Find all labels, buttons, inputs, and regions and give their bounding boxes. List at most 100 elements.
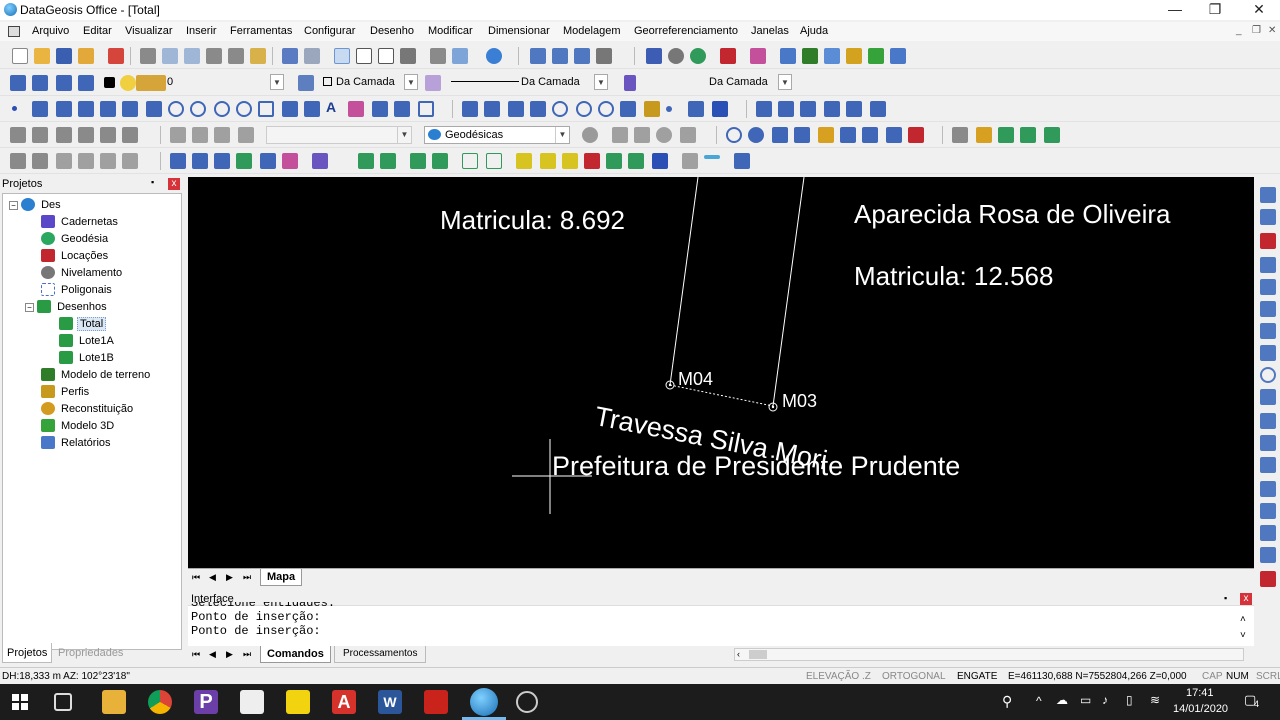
mirror-v-icon[interactable]	[1260, 257, 1276, 273]
pa-import-icon[interactable]	[380, 153, 396, 169]
pa-export-icon[interactable]	[432, 153, 448, 169]
close-button[interactable]: ✕	[1236, 0, 1280, 20]
scroll-down-icon[interactable]: ˅	[1240, 630, 1246, 641]
snap-insertion-icon[interactable]	[644, 101, 660, 117]
table-icon[interactable]	[372, 101, 388, 117]
polygon-tool-icon[interactable]	[750, 48, 766, 64]
hatch-green-icon[interactable]	[606, 153, 622, 169]
ellipse-icon[interactable]	[236, 101, 252, 117]
export-icon[interactable]	[192, 153, 208, 169]
sticky-notes-icon[interactable]	[286, 690, 310, 714]
linetype-select[interactable]: Da Camada ▼	[448, 74, 608, 92]
trim-icon[interactable]	[170, 127, 186, 143]
menu-janelas[interactable]: Janelas	[751, 25, 789, 37]
pencil-icon[interactable]	[78, 101, 94, 117]
square-icon[interactable]	[612, 127, 628, 143]
mdi-restore-button[interactable]: ❐	[1252, 25, 1261, 36]
tree-node-locacoes[interactable]: Locações	[41, 248, 110, 265]
color-swatch-icon[interactable]	[104, 77, 115, 88]
snap-apparent-icon[interactable]	[530, 101, 546, 117]
circle-2p-icon[interactable]	[190, 101, 206, 117]
task-view-icon[interactable]	[54, 693, 72, 711]
color-select[interactable]: Da Camada ▼	[320, 74, 418, 92]
line-icon[interactable]	[32, 101, 48, 117]
monitor-icon[interactable]	[772, 127, 788, 143]
offset-v-icon[interactable]	[1260, 279, 1276, 295]
status-engate[interactable]: ENGATE	[957, 671, 997, 682]
cube-icon[interactable]	[868, 48, 884, 64]
array-2-icon[interactable]	[1260, 323, 1276, 339]
explode-icon[interactable]	[1260, 571, 1276, 587]
tree-node-reconstituicao[interactable]: Reconstituição	[41, 401, 135, 418]
trim-v-icon[interactable]	[1260, 435, 1276, 451]
undo-icon[interactable]	[282, 48, 298, 64]
area-icon[interactable]	[462, 153, 478, 169]
chart-green-2-icon[interactable]	[1020, 127, 1036, 143]
search-icon[interactable]	[656, 127, 672, 143]
copy-base-icon[interactable]	[184, 48, 200, 64]
copy-icon[interactable]	[162, 48, 178, 64]
area-2-icon[interactable]	[486, 153, 502, 169]
corner-icon[interactable]	[146, 101, 162, 117]
select-points-2-icon[interactable]	[100, 153, 116, 169]
layout-split-icon[interactable]	[356, 48, 372, 64]
grid-table-icon[interactable]	[646, 48, 662, 64]
status-ortogonal[interactable]: ORTOGONAL	[882, 671, 946, 682]
move-icon[interactable]	[1260, 345, 1276, 361]
join-icon[interactable]	[238, 127, 254, 143]
window-horizontal-icon[interactable]	[596, 48, 612, 64]
menu-ferramentas[interactable]: Ferramentas	[230, 25, 292, 37]
circle-icon[interactable]	[168, 101, 184, 117]
chart-green-icon[interactable]	[998, 127, 1014, 143]
snap-node-icon[interactable]	[666, 106, 672, 112]
horizontal-scrollbar[interactable]: ‹	[734, 648, 1244, 661]
globe-icon[interactable]	[690, 48, 706, 64]
snap-none-icon[interactable]	[712, 101, 728, 117]
rotate-icon[interactable]	[1260, 367, 1276, 383]
snap-quadrant-icon[interactable]	[576, 101, 592, 117]
layer-select[interactable]: 0 ▼	[164, 74, 284, 92]
dots-icon[interactable]	[652, 153, 668, 169]
map-canvas[interactable]: Matricula: 8.692 Aparecida Rosa de Olive…	[188, 177, 1254, 568]
prev-tab-icon[interactable]: ◀	[209, 649, 216, 660]
rectangle-icon[interactable]	[258, 101, 274, 117]
tab-propriedades[interactable]: Propriedades	[54, 643, 127, 663]
layout-tile-icon[interactable]	[334, 48, 350, 64]
transfer-icon[interactable]	[214, 153, 230, 169]
zoom-in-icon[interactable]	[846, 101, 862, 117]
next-tab-icon[interactable]: ▶	[226, 649, 233, 660]
eraser-icon[interactable]	[1260, 209, 1276, 225]
print-preview-icon[interactable]	[452, 48, 468, 64]
tree-node-poligonais[interactable]: Poligonais	[41, 282, 114, 299]
window-vertical-icon[interactable]	[574, 48, 590, 64]
tree-node-geodesia[interactable]: Geodésia	[41, 231, 110, 248]
tab-processamentos[interactable]: Processamentos	[334, 646, 427, 663]
tree-node-nivelamento[interactable]: Nivelamento	[41, 265, 124, 282]
tree-node-cadernetas[interactable]: Cadernetas	[41, 214, 120, 231]
north-arrow-icon[interactable]	[818, 127, 834, 143]
arc-icon[interactable]	[122, 101, 138, 117]
menu-ajuda[interactable]: Ajuda	[800, 25, 828, 37]
column-icon[interactable]	[862, 127, 878, 143]
globe-gray-icon[interactable]	[668, 48, 684, 64]
snap-perpendicular-icon[interactable]	[620, 101, 636, 117]
download-icon[interactable]	[236, 153, 252, 169]
menu-inserir[interactable]: Inserir	[186, 25, 217, 37]
shp-export-icon[interactable]	[410, 153, 426, 169]
chevron-down-icon[interactable]: ▼	[404, 74, 418, 90]
chrome-icon[interactable]	[148, 690, 172, 714]
ruler-icon[interactable]	[682, 153, 698, 169]
next-tab-icon[interactable]: ▶	[226, 572, 233, 583]
zoom-window-icon[interactable]	[756, 101, 772, 117]
document-icon[interactable]	[8, 26, 20, 37]
zoom-previous-icon[interactable]	[824, 101, 840, 117]
panel-icon[interactable]	[312, 153, 328, 169]
word-icon[interactable]: W	[378, 690, 402, 714]
view-icon[interactable]	[780, 48, 796, 64]
mirror-icon[interactable]	[122, 127, 138, 143]
snap-endpoint-icon[interactable]	[462, 101, 478, 117]
scale-v-icon[interactable]	[1260, 389, 1276, 405]
snap-midpoint-icon[interactable]	[484, 101, 500, 117]
battery-icon[interactable]: ▯	[1126, 693, 1133, 707]
tree-node-total[interactable]: Total	[59, 316, 107, 333]
